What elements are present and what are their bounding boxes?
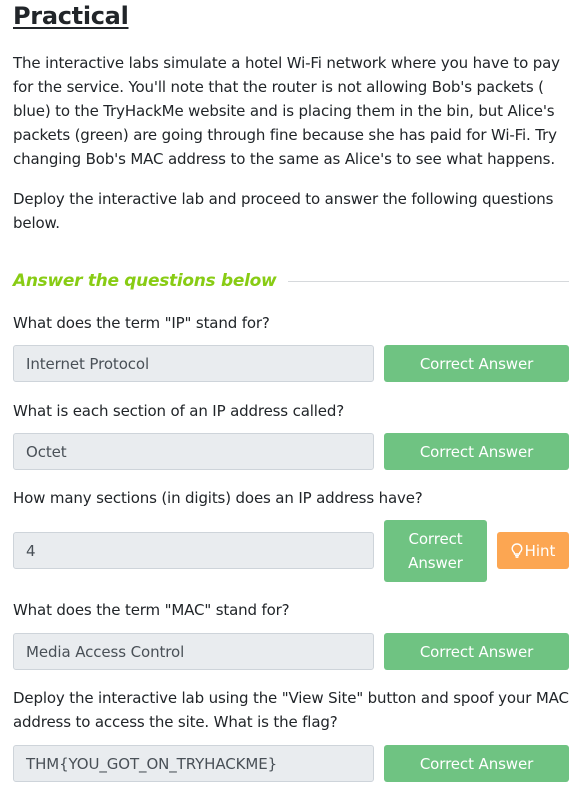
correct-answer-button[interactable]: Correct Answer (384, 345, 569, 382)
answer-field[interactable]: Internet Protocol (13, 345, 374, 382)
question-label: How many sections (in digits) does an IP… (13, 489, 423, 507)
question-label: Deploy the interactive lab using the "Vi… (13, 689, 569, 731)
answer-field[interactable]: 4 (13, 532, 374, 569)
correct-answer-button[interactable]: Correct Answer (384, 520, 487, 582)
hint-button[interactable]: Hint (497, 532, 569, 569)
divider (288, 280, 569, 282)
intro-paragraph: The interactive labs simulate a hotel Wi… (13, 54, 560, 168)
question-label: What does the term "MAC" stand for? (13, 601, 290, 619)
correct-answer-button[interactable]: Correct Answer (384, 745, 569, 782)
questions-header: Answer the questions below (13, 266, 569, 296)
hint-label: Hint (524, 541, 556, 560)
instruction-paragraph: Deploy the interactive lab and proceed t… (13, 190, 554, 232)
answer-field[interactable]: Media Access Control (13, 633, 374, 670)
section-heading: Practical (13, 2, 129, 30)
question-label: What is each section of an IP address ca… (13, 402, 345, 420)
questions-title: Answer the questions below (13, 271, 277, 291)
answer-field[interactable]: Octet (13, 433, 374, 470)
lightbulb-icon (511, 543, 523, 558)
answer-field[interactable]: THM{YOU_GOT_ON_TRYHACKME} (13, 745, 374, 782)
correct-answer-button[interactable]: Correct Answer (384, 633, 569, 670)
correct-answer-button[interactable]: Correct Answer (384, 433, 569, 470)
question-label: What does the term "IP" stand for? (13, 314, 270, 332)
